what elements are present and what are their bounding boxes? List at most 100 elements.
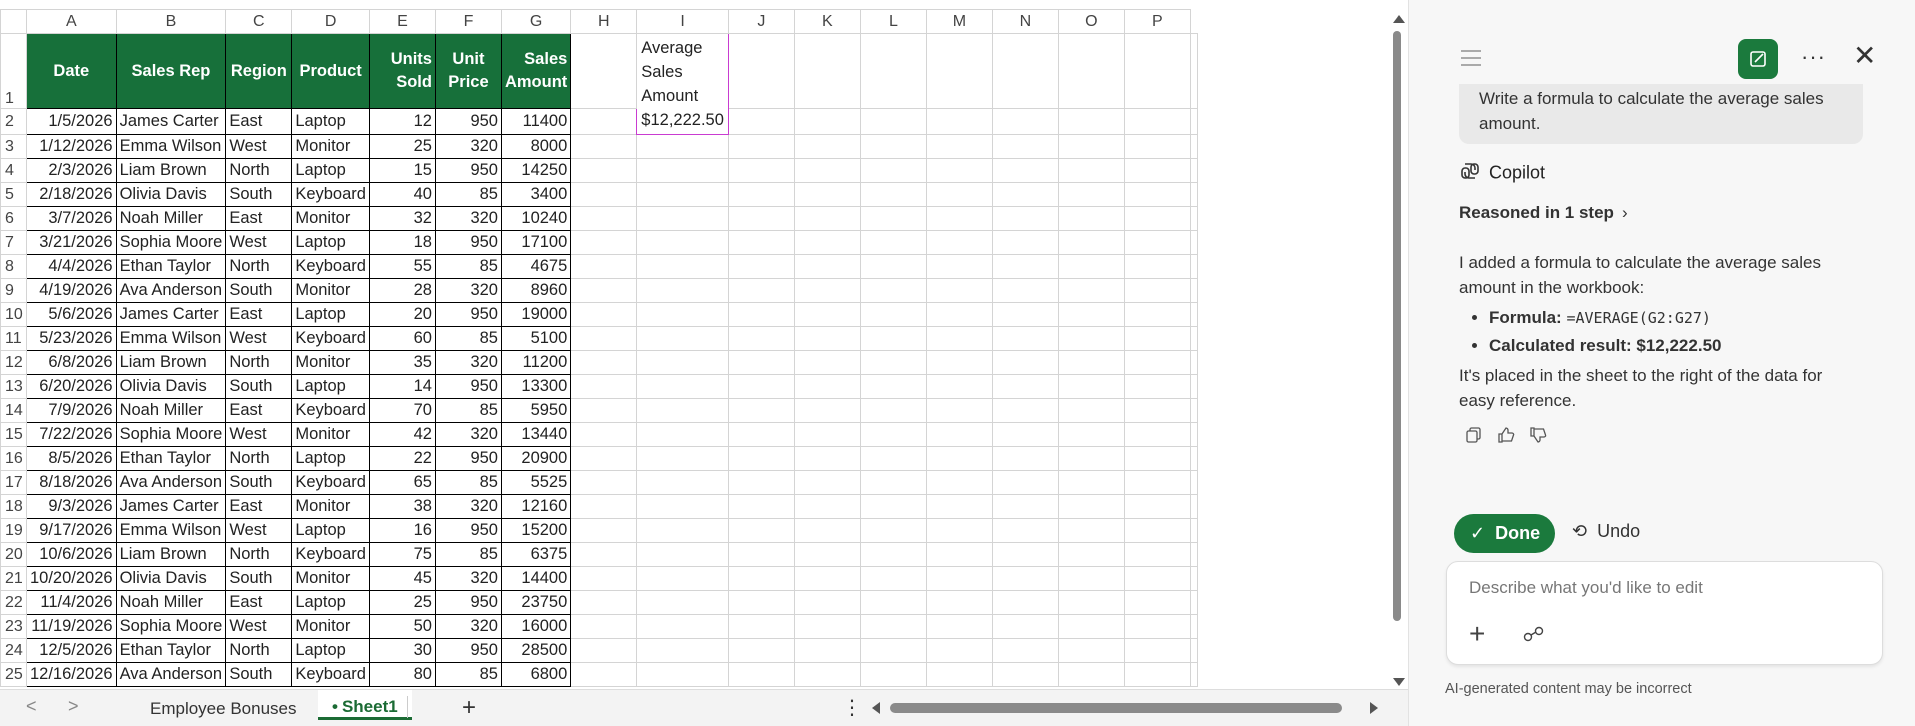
cell[interactable] bbox=[636, 422, 729, 447]
cell[interactable] bbox=[925, 254, 993, 279]
menu-icon[interactable] bbox=[1461, 50, 1481, 71]
more-options-icon[interactable]: ⋮ bbox=[842, 695, 862, 720]
cell[interactable] bbox=[859, 278, 927, 303]
data-cell[interactable]: 75 bbox=[368, 542, 436, 567]
cell[interactable] bbox=[925, 542, 993, 567]
cell[interactable] bbox=[991, 302, 1059, 327]
data-cell[interactable]: Monitor bbox=[291, 278, 370, 303]
column-header[interactable]: A bbox=[26, 9, 117, 34]
data-cell[interactable]: 320 bbox=[434, 206, 502, 231]
row-number[interactable]: 3 bbox=[0, 134, 27, 159]
cell[interactable] bbox=[570, 158, 638, 183]
cell[interactable] bbox=[991, 134, 1059, 159]
cell[interactable] bbox=[991, 32, 1059, 110]
data-cell[interactable]: Monitor bbox=[291, 566, 370, 591]
data-cell[interactable]: South bbox=[225, 374, 293, 399]
column-title-cell[interactable]: Sales Rep bbox=[115, 32, 227, 110]
data-cell[interactable]: 5525 bbox=[500, 470, 572, 495]
cell[interactable] bbox=[1189, 518, 1198, 543]
data-cell[interactable]: Noah Miller bbox=[115, 590, 227, 615]
cell[interactable] bbox=[1189, 158, 1198, 183]
cell[interactable] bbox=[925, 230, 993, 255]
cell[interactable] bbox=[727, 446, 795, 471]
cell[interactable] bbox=[1189, 662, 1198, 687]
data-cell[interactable]: Laptop bbox=[291, 230, 370, 255]
cell[interactable] bbox=[991, 470, 1059, 495]
data-cell[interactable]: Emma Wilson bbox=[115, 134, 227, 159]
data-cell[interactable]: 65 bbox=[368, 470, 436, 495]
data-cell[interactable]: 12/5/2026 bbox=[26, 638, 117, 663]
cell[interactable] bbox=[727, 518, 795, 543]
data-cell[interactable]: 10/20/2026 bbox=[26, 566, 117, 591]
cell[interactable] bbox=[570, 182, 638, 207]
cell[interactable] bbox=[793, 206, 861, 231]
cell[interactable] bbox=[793, 422, 861, 447]
cell[interactable] bbox=[1057, 32, 1125, 110]
data-cell[interactable]: 320 bbox=[434, 494, 502, 519]
cell[interactable] bbox=[1057, 108, 1125, 135]
cell[interactable] bbox=[925, 470, 993, 495]
data-cell[interactable]: Laptop bbox=[291, 108, 370, 135]
data-cell[interactable]: Monitor bbox=[291, 206, 370, 231]
next-sheet-icon[interactable]: > bbox=[68, 696, 79, 717]
data-cell[interactable]: 60 bbox=[368, 326, 436, 351]
cell[interactable] bbox=[1123, 254, 1191, 279]
cell[interactable] bbox=[727, 158, 795, 183]
data-cell[interactable]: 320 bbox=[434, 614, 502, 639]
cell[interactable] bbox=[1189, 32, 1198, 110]
column-header[interactable]: H bbox=[570, 9, 638, 34]
cell[interactable] bbox=[1057, 446, 1125, 471]
cell[interactable] bbox=[1123, 182, 1191, 207]
data-cell[interactable]: 85 bbox=[434, 326, 502, 351]
data-cell[interactable]: 2/18/2026 bbox=[26, 182, 117, 207]
cell[interactable] bbox=[1189, 422, 1198, 447]
cell[interactable] bbox=[859, 158, 927, 183]
data-cell[interactable]: 3/21/2026 bbox=[26, 230, 117, 255]
cell[interactable] bbox=[859, 374, 927, 399]
cell[interactable] bbox=[793, 638, 861, 663]
cell[interactable] bbox=[1189, 350, 1198, 375]
cell[interactable] bbox=[859, 590, 927, 615]
data-cell[interactable]: South bbox=[225, 662, 293, 687]
cell[interactable] bbox=[727, 494, 795, 519]
cell[interactable] bbox=[925, 134, 993, 159]
row-number[interactable]: 23 bbox=[0, 614, 27, 639]
data-cell[interactable]: Sophia Moore bbox=[115, 230, 227, 255]
data-cell[interactable]: 5100 bbox=[500, 326, 572, 351]
cell[interactable] bbox=[636, 182, 729, 207]
cell[interactable] bbox=[1123, 662, 1191, 687]
cell[interactable] bbox=[793, 32, 861, 110]
data-cell[interactable]: Ava Anderson bbox=[115, 278, 227, 303]
data-cell[interactable]: 40 bbox=[368, 182, 436, 207]
row-number[interactable]: 1 bbox=[0, 32, 27, 110]
cell[interactable] bbox=[859, 134, 927, 159]
data-cell[interactable]: 6800 bbox=[500, 662, 572, 687]
cell[interactable] bbox=[991, 398, 1059, 423]
data-cell[interactable]: Liam Brown bbox=[115, 542, 227, 567]
scroll-down-icon[interactable] bbox=[1393, 678, 1405, 686]
cell[interactable] bbox=[727, 302, 795, 327]
row-number[interactable]: 4 bbox=[0, 158, 27, 183]
data-cell[interactable]: Liam Brown bbox=[115, 158, 227, 183]
cell[interactable] bbox=[1189, 494, 1198, 519]
row-number[interactable]: 5 bbox=[0, 182, 27, 207]
cell[interactable] bbox=[1123, 542, 1191, 567]
cell[interactable] bbox=[570, 254, 638, 279]
new-chat-button[interactable] bbox=[1738, 39, 1778, 79]
scroll-left-icon[interactable] bbox=[872, 702, 880, 714]
cell[interactable] bbox=[1123, 422, 1191, 447]
cell[interactable] bbox=[1057, 326, 1125, 351]
cell[interactable] bbox=[991, 230, 1059, 255]
data-cell[interactable]: 42 bbox=[368, 422, 436, 447]
data-cell[interactable]: 3400 bbox=[500, 182, 572, 207]
data-cell[interactable]: 12/16/2026 bbox=[26, 662, 117, 687]
cell[interactable] bbox=[1189, 182, 1198, 207]
data-cell[interactable]: 13300 bbox=[500, 374, 572, 399]
data-cell[interactable]: 320 bbox=[434, 278, 502, 303]
data-cell[interactable]: Ethan Taylor bbox=[115, 638, 227, 663]
data-cell[interactable]: 15200 bbox=[500, 518, 572, 543]
cell[interactable] bbox=[727, 374, 795, 399]
cell[interactable] bbox=[925, 494, 993, 519]
cell[interactable] bbox=[991, 518, 1059, 543]
data-cell[interactable]: 4/19/2026 bbox=[26, 278, 117, 303]
